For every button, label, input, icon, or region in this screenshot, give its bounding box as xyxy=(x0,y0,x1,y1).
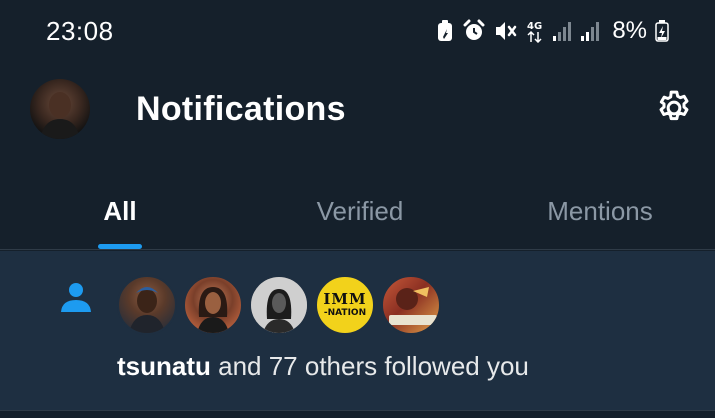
svg-text:4G: 4G xyxy=(527,21,542,32)
mute-icon xyxy=(494,20,518,42)
profile-avatar[interactable] xyxy=(30,79,90,139)
signal-icon xyxy=(580,20,600,42)
person-icon xyxy=(56,278,96,318)
page-title: Notifications xyxy=(136,90,346,128)
settings-button[interactable] xyxy=(652,88,696,132)
follower-avatar[interactable]: IMM -NATION xyxy=(315,275,375,335)
tab-mentions[interactable]: Mentions xyxy=(520,178,680,250)
network-4g-icon: 4G xyxy=(526,19,544,43)
battery-percent: 8% xyxy=(612,17,647,44)
follow-notification[interactable]: IMM -NATION tsunatu and 77 others follow… xyxy=(0,251,715,411)
gear-icon xyxy=(654,88,694,133)
follower-avatar[interactable] xyxy=(117,275,177,335)
follower-username[interactable]: tsunatu xyxy=(117,351,211,381)
signal-icon xyxy=(552,20,572,42)
tab-all[interactable]: All xyxy=(80,178,160,250)
notification-text: tsunatu and 77 others followed you xyxy=(117,351,529,382)
avatar-caption xyxy=(389,315,437,325)
tab-verified[interactable]: Verified xyxy=(280,178,440,250)
active-tab-indicator xyxy=(98,244,142,249)
notification-message: and 77 others followed you xyxy=(210,351,529,381)
follower-avatar[interactable] xyxy=(183,275,243,335)
battery-saver-icon xyxy=(436,20,454,42)
logo-text: IMM xyxy=(323,290,367,308)
follower-avatar[interactable] xyxy=(381,275,441,335)
battery-charging-icon xyxy=(655,20,669,42)
notification-tabs: All Verified Mentions xyxy=(0,178,715,250)
status-icons: 4G 8% xyxy=(436,17,669,45)
status-time: 23:08 xyxy=(46,15,114,46)
follower-avatar[interactable] xyxy=(249,275,309,335)
status-bar: 23:08 4G 8% xyxy=(0,0,715,62)
app-header: Notifications xyxy=(0,70,715,152)
alarm-icon xyxy=(462,19,486,43)
logo-subtext: -NATION xyxy=(323,308,367,318)
